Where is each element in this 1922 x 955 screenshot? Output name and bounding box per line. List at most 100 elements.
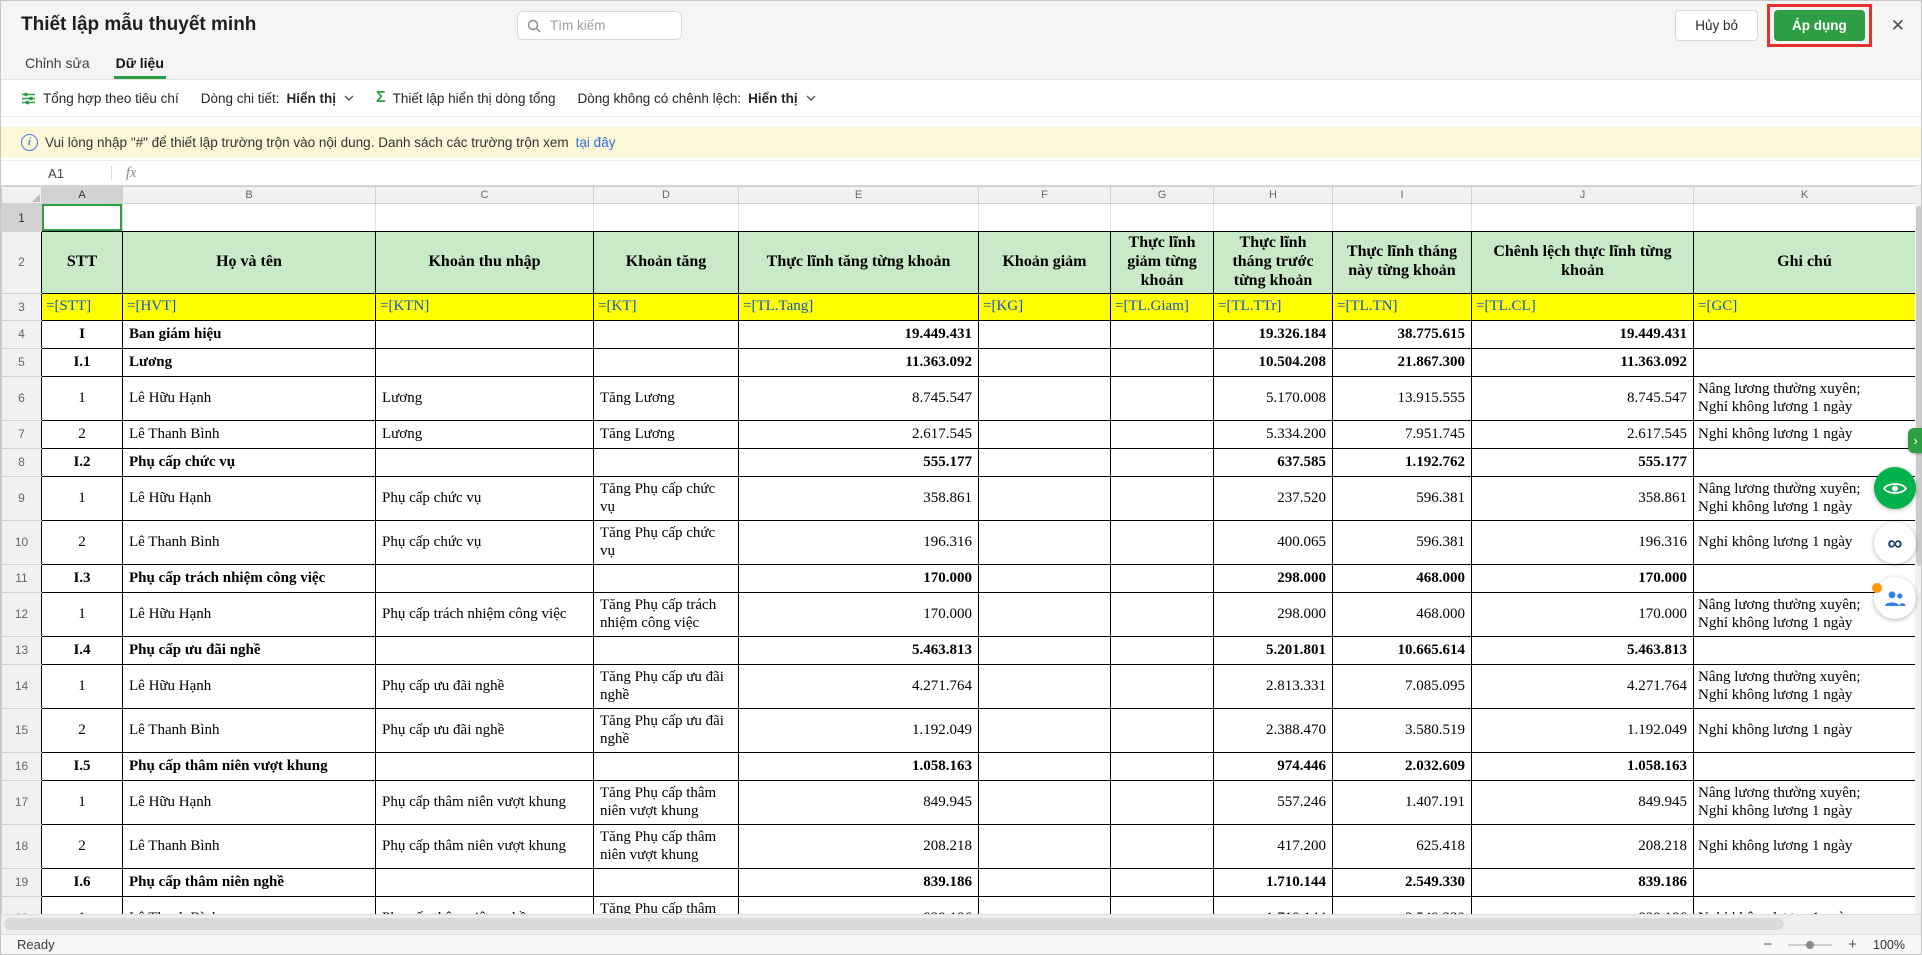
cell-D20[interactable]: Tăng Phụ cấp thâm niên nghề — [594, 896, 739, 914]
cell-K4[interactable] — [1694, 320, 1916, 348]
cell-I5[interactable]: 21.867.300 — [1333, 348, 1472, 376]
row-header-12[interactable]: 12 — [2, 592, 42, 636]
row-header-9[interactable]: 9 — [2, 476, 42, 520]
cell-A15[interactable]: 2 — [42, 708, 123, 752]
cell-J14[interactable]: 4.271.764 — [1472, 664, 1694, 708]
cell-D6[interactable]: Tăng Lương — [594, 376, 739, 420]
formula-input[interactable] — [136, 161, 1921, 185]
row-header-19[interactable]: 19 — [2, 868, 42, 896]
cell-K5[interactable] — [1694, 348, 1916, 376]
cell-B19[interactable]: Phụ cấp thâm niên nghề — [123, 868, 376, 896]
row-header-6[interactable]: 6 — [2, 376, 42, 420]
cell-D2[interactable]: Khoản tăng — [594, 232, 739, 294]
cell-J18[interactable]: 208.218 — [1472, 824, 1694, 868]
zoom-in-button[interactable]: + — [1846, 936, 1859, 953]
cell-J4[interactable]: 19.449.431 — [1472, 320, 1694, 348]
cell-B3[interactable]: =[HVT] — [123, 293, 376, 320]
cell-F11[interactable] — [979, 564, 1111, 592]
cell-H18[interactable]: 417.200 — [1214, 824, 1333, 868]
cell-G14[interactable] — [1111, 664, 1214, 708]
cell-E3[interactable]: =[TL.Tang] — [739, 293, 979, 320]
cell-B16[interactable]: Phụ cấp thâm niên vượt khung — [123, 752, 376, 780]
cell-A2[interactable]: STT — [42, 232, 123, 294]
cell-K19[interactable] — [1694, 868, 1916, 896]
cell-I19[interactable]: 2.549.330 — [1333, 868, 1472, 896]
cell-B15[interactable]: Lê Thanh Bình — [123, 708, 376, 752]
cell-G18[interactable] — [1111, 824, 1214, 868]
cell-H2[interactable]: Thực lĩnh tháng trước từng khoản — [1214, 232, 1333, 294]
cell-D19[interactable] — [594, 868, 739, 896]
row-header-3[interactable]: 3 — [2, 293, 42, 320]
cell-D1[interactable] — [594, 204, 739, 232]
column-header-H[interactable]: H — [1214, 187, 1333, 204]
horizontal-scrollbar-thumb[interactable] — [4, 918, 1784, 930]
cell-F3[interactable]: =[KG] — [979, 293, 1111, 320]
cell-I6[interactable]: 13.915.555 — [1333, 376, 1472, 420]
cell-A18[interactable]: 2 — [42, 824, 123, 868]
column-header-G[interactable]: G — [1111, 187, 1214, 204]
row-header-10[interactable]: 10 — [2, 520, 42, 564]
cell-A14[interactable]: 1 — [42, 664, 123, 708]
cell-C6[interactable]: Lương — [376, 376, 594, 420]
cell-E10[interactable]: 196.316 — [739, 520, 979, 564]
cell-B8[interactable]: Phụ cấp chức vụ — [123, 448, 376, 476]
cell-C20[interactable]: Phụ cấp thâm niên nghề — [376, 896, 594, 914]
cell-G15[interactable] — [1111, 708, 1214, 752]
cell-B17[interactable]: Lê Hữu Hạnh — [123, 780, 376, 824]
row-header-2[interactable]: 2 — [2, 232, 42, 294]
cell-I10[interactable]: 596.381 — [1333, 520, 1472, 564]
cell-D16[interactable] — [594, 752, 739, 780]
row-header-7[interactable]: 7 — [2, 420, 42, 448]
cell-C12[interactable]: Phụ cấp trách nhiệm công việc — [376, 592, 594, 636]
cell-K1[interactable] — [1694, 204, 1916, 232]
cell-H10[interactable]: 400.065 — [1214, 520, 1333, 564]
column-header-J[interactable]: J — [1472, 187, 1694, 204]
cell-K2[interactable]: Ghi chú — [1694, 232, 1916, 294]
cell-J1[interactable] — [1472, 204, 1694, 232]
cell-G11[interactable] — [1111, 564, 1214, 592]
cell-H13[interactable]: 5.201.801 — [1214, 636, 1333, 664]
cell-E4[interactable]: 19.449.431 — [739, 320, 979, 348]
cell-A19[interactable]: I.6 — [42, 868, 123, 896]
cell-C18[interactable]: Phụ cấp thâm niên vượt khung — [376, 824, 594, 868]
cell-E17[interactable]: 849.945 — [739, 780, 979, 824]
cell-H6[interactable]: 5.170.008 — [1214, 376, 1333, 420]
cell-E18[interactable]: 208.218 — [739, 824, 979, 868]
cell-E11[interactable]: 170.000 — [739, 564, 979, 592]
cell-C10[interactable]: Phụ cấp chức vụ — [376, 520, 594, 564]
cell-I16[interactable]: 2.032.609 — [1333, 752, 1472, 780]
column-header-F[interactable]: F — [979, 187, 1111, 204]
cell-J13[interactable]: 5.463.813 — [1472, 636, 1694, 664]
cell-I17[interactable]: 1.407.191 — [1333, 780, 1472, 824]
cell-A10[interactable]: 2 — [42, 520, 123, 564]
column-header-E[interactable]: E — [739, 187, 979, 204]
cell-E16[interactable]: 1.058.163 — [739, 752, 979, 780]
cell-J11[interactable]: 170.000 — [1472, 564, 1694, 592]
cell-B2[interactable]: Họ và tên — [123, 232, 376, 294]
cell-B6[interactable]: Lê Hữu Hạnh — [123, 376, 376, 420]
collapse-panel-chevron[interactable]: › — [1908, 428, 1922, 453]
quick-view-button[interactable] — [1874, 467, 1916, 509]
cell-J6[interactable]: 8.745.547 — [1472, 376, 1694, 420]
cell-H8[interactable]: 637.585 — [1214, 448, 1333, 476]
cell-E9[interactable]: 358.861 — [739, 476, 979, 520]
cell-I15[interactable]: 3.580.519 — [1333, 708, 1472, 752]
cell-E14[interactable]: 4.271.764 — [739, 664, 979, 708]
row-header-1[interactable]: 1 — [2, 204, 42, 232]
cell-C17[interactable]: Phụ cấp thâm niên vượt khung — [376, 780, 594, 824]
apply-button[interactable]: Áp dụng — [1774, 10, 1865, 41]
cell-F20[interactable] — [979, 896, 1111, 914]
cell-J12[interactable]: 170.000 — [1472, 592, 1694, 636]
search-input[interactable] — [548, 17, 729, 34]
row-header-4[interactable]: 4 — [2, 320, 42, 348]
cell-F4[interactable] — [979, 320, 1111, 348]
cancel-button[interactable]: Hủy bỏ — [1675, 10, 1758, 41]
cell-B13[interactable]: Phụ cấp ưu đãi nghề — [123, 636, 376, 664]
row-header-17[interactable]: 17 — [2, 780, 42, 824]
cell-D11[interactable] — [594, 564, 739, 592]
cell-B20[interactable]: Lê Thanh Bình — [123, 896, 376, 914]
tab-chinh-sua[interactable]: Chỉnh sửa — [23, 55, 92, 79]
cell-D3[interactable]: =[KT] — [594, 293, 739, 320]
row-header-14[interactable]: 14 — [2, 664, 42, 708]
cell-C4[interactable] — [376, 320, 594, 348]
